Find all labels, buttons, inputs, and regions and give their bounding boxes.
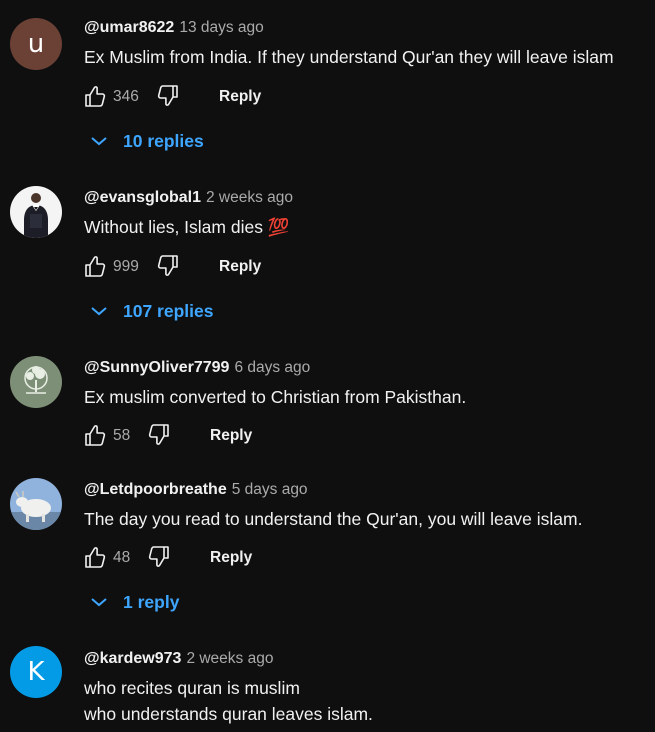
avatar[interactable]: u: [10, 18, 62, 70]
comment-text: Without lies, Islam dies 💯: [84, 217, 290, 237]
comment-time[interactable]: 2 weeks ago: [186, 650, 273, 667]
chevron-down-icon: [88, 591, 110, 613]
thumbs-down-icon[interactable]: [155, 253, 183, 281]
comment-text-line: who recites quran is muslim: [84, 678, 300, 698]
comment-text: Ex muslim converted to Christian from Pa…: [84, 387, 467, 407]
comment-author[interactable]: @SunnyOliver7799: [84, 359, 229, 376]
comment-time[interactable]: 2 weeks ago: [206, 189, 293, 206]
like-count: 346: [113, 88, 139, 105]
comment-actions: 58: [80, 421, 174, 451]
comment-author[interactable]: @evansglobal1: [84, 189, 201, 206]
thumbs-down-icon[interactable]: [146, 544, 174, 572]
avatar[interactable]: [10, 356, 62, 408]
comment-author[interactable]: @umar8622: [84, 19, 174, 36]
replies-count-label: 107 replies: [123, 300, 214, 321]
comment-text: The day you read to understand the Qur'a…: [84, 509, 583, 529]
thumbs-up-icon[interactable]: [80, 83, 108, 111]
tree-avatar-image: [24, 366, 48, 394]
comment-text: Ex Muslim from India. If they understand…: [84, 47, 614, 67]
person-avatar-image: [24, 193, 48, 238]
avatar-letter: K: [27, 657, 45, 687]
reply-button[interactable]: Reply: [210, 427, 252, 445]
comment-actions: 346: [80, 82, 183, 112]
comment-text-line: who understands quran leaves islam.: [84, 704, 373, 724]
reply-button[interactable]: Reply: [219, 88, 261, 106]
thumbs-down-icon[interactable]: [155, 83, 183, 111]
chevron-down-icon: [88, 300, 110, 322]
comment-time[interactable]: 13 days ago: [179, 19, 263, 36]
view-replies-button[interactable]: 1 reply: [88, 589, 179, 615]
avatar[interactable]: [10, 478, 62, 530]
replies-count-label: 10 replies: [123, 130, 204, 151]
view-replies-button[interactable]: 10 replies: [88, 128, 204, 154]
avatar-letter: u: [27, 29, 45, 59]
thumbs-up-icon[interactable]: [80, 253, 108, 281]
replies-count-label: 1 reply: [123, 591, 180, 612]
comment-time[interactable]: 6 days ago: [234, 359, 310, 376]
thumbs-up-icon[interactable]: [80, 544, 108, 572]
comment-author[interactable]: @Letdpoorbreathe: [84, 481, 227, 498]
thumbs-up-icon[interactable]: [80, 422, 108, 450]
chevron-down-icon: [88, 130, 110, 152]
like-count: 48: [113, 549, 131, 566]
comment-actions: 999: [80, 252, 183, 282]
reply-button[interactable]: Reply: [219, 258, 261, 276]
reply-button[interactable]: Reply: [210, 549, 252, 567]
thumbs-down-icon[interactable]: [146, 422, 174, 450]
comment-time[interactable]: 5 days ago: [232, 481, 308, 498]
avatar[interactable]: [10, 186, 62, 238]
goat-avatar-image: [10, 491, 62, 530]
like-count: 999: [113, 258, 139, 275]
comment-actions: 48: [80, 543, 174, 573]
avatar[interactable]: K: [10, 646, 62, 698]
view-replies-button[interactable]: 107 replies: [88, 298, 213, 324]
comment-author[interactable]: @kardew973: [84, 650, 181, 667]
like-count: 58: [113, 427, 131, 444]
